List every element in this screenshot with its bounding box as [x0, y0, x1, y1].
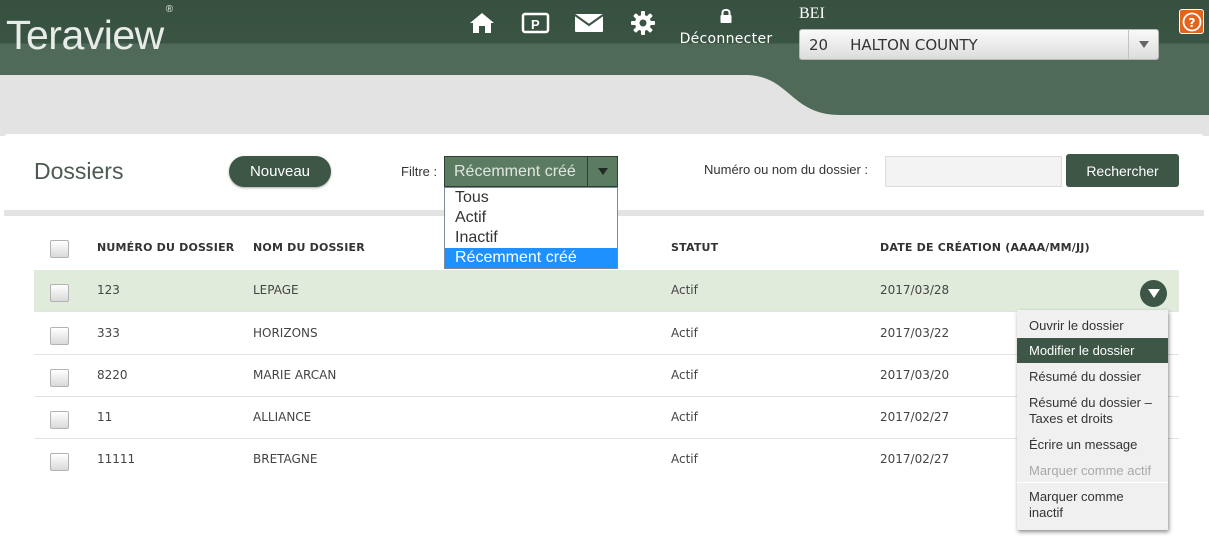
logout-label: Déconnecter	[679, 31, 773, 47]
dossier-date: 2017/02/27	[880, 452, 950, 466]
svg-text:P: P	[531, 17, 540, 32]
dossier-name: BRETAGNE	[253, 452, 318, 466]
county-select[interactable]: 20 HALTON COUNTY	[799, 29, 1159, 60]
teraview-logo[interactable]: Teraview®	[6, 4, 173, 59]
menu-item-write-message[interactable]: Écrire un message	[1017, 437, 1168, 453]
select-all-checkbox[interactable]	[50, 240, 69, 258]
chevron-down-icon	[587, 157, 617, 186]
dossier-number: 11	[97, 410, 113, 424]
filter-label: Filtre :	[401, 164, 438, 179]
menu-item-edit[interactable]: Modifier le dossier	[1017, 338, 1168, 363]
filter-option-recent[interactable]: Récemment créé	[445, 248, 617, 268]
row-menu-button[interactable]	[1140, 280, 1167, 307]
dossier-number: 123	[97, 283, 120, 297]
dossier-name: MARIE ARCAN	[253, 368, 337, 382]
teraview-dossiers-page: { "header": { "logo": "Teraview", "logo_…	[0, 0, 1209, 544]
filter-option-tous[interactable]: Tous	[445, 188, 617, 208]
dossier-status: Actif	[671, 410, 698, 424]
menu-item-summary-taxes[interactable]: Résumé du dossier – Taxes et droits	[1017, 395, 1162, 427]
county-name: HALTON COUNTY	[850, 35, 978, 54]
home-icon[interactable]	[467, 9, 497, 37]
chevron-down-icon	[1128, 30, 1158, 59]
caret-down-icon	[1147, 289, 1160, 298]
table-row[interactable]: 123 LEPAGE Actif 2017/03/28	[34, 270, 1179, 312]
logout-button[interactable]: Déconnecter	[676, 8, 776, 47]
dossier-name: HORIZONS	[253, 326, 318, 340]
gear-icon[interactable]	[628, 9, 658, 37]
dossier-number: 8220	[97, 368, 128, 382]
new-dossier-button[interactable]: Nouveau	[229, 156, 331, 187]
search-input[interactable]	[885, 156, 1062, 187]
parking-icon[interactable]: P	[521, 9, 551, 37]
menu-item-mark-active: Marquer comme actif	[1029, 463, 1152, 478]
row-checkbox[interactable]	[50, 284, 69, 302]
row-context-menu: Ouvrir le dossier Modifier le dossier Ré…	[1017, 310, 1168, 530]
help-button[interactable]: ?	[1179, 9, 1204, 34]
dossier-date: 2017/03/22	[880, 326, 950, 340]
search-button[interactable]: Rechercher	[1066, 154, 1179, 187]
column-header-name[interactable]: NOM DU DOSSIER	[253, 241, 365, 254]
row-checkbox[interactable]	[50, 327, 69, 345]
table-row[interactable]: 333 HORIZONS Actif 2017/03/22	[34, 313, 1179, 355]
search-label: Numéro ou nom du dossier :	[704, 162, 869, 177]
dossier-status: Actif	[671, 452, 698, 466]
header-curve	[0, 60, 1209, 115]
filter-option-actif[interactable]: Actif	[445, 208, 617, 228]
table-row[interactable]: 8220 MARIE ARCAN Actif 2017/03/20	[34, 355, 1179, 397]
dossier-date: 2017/02/27	[880, 410, 950, 424]
dossier-number: 333	[97, 326, 120, 340]
menu-item-summary[interactable]: Résumé du dossier	[1017, 369, 1168, 385]
mail-icon[interactable]	[574, 9, 604, 37]
lock-icon	[720, 8, 732, 23]
page-title: Dossiers	[34, 158, 124, 184]
dossier-status: Actif	[671, 368, 698, 382]
dossier-date: 2017/03/28	[880, 283, 950, 297]
table-row[interactable]: 11111 BRETAGNE Actif 2017/02/27	[34, 439, 1179, 481]
filter-option-inactif[interactable]: Inactif	[445, 228, 617, 248]
filter-value: Récemment créé	[454, 162, 576, 180]
table-row[interactable]: 11 ALLIANCE Actif 2017/02/27	[34, 397, 1179, 439]
column-header-date[interactable]: DATE DE CRÉATION (AAAA/MM/JJ)	[880, 241, 1090, 254]
filter-dropdown-list: Tous Actif Inactif Récemment créé	[444, 187, 618, 269]
column-header-status[interactable]: STATUT	[671, 241, 718, 254]
dossier-status: Actif	[671, 283, 698, 297]
svg-text:?: ?	[1188, 16, 1195, 30]
bei-label: BEI	[799, 5, 825, 22]
dossier-number: 11111	[97, 452, 136, 466]
dossier-date: 2017/03/20	[880, 368, 950, 382]
row-checkbox[interactable]	[50, 369, 69, 387]
dossier-status: Actif	[671, 326, 698, 340]
row-checkbox[interactable]	[50, 411, 69, 429]
dossier-name: LEPAGE	[253, 283, 299, 297]
filter-select[interactable]: Récemment créé	[444, 156, 618, 187]
dossier-name: ALLIANCE	[253, 410, 312, 424]
column-header-number[interactable]: NUMÉRO DU DOSSIER	[97, 241, 234, 254]
menu-item-open[interactable]: Ouvrir le dossier	[1017, 317, 1168, 340]
menu-item-mark-inactive[interactable]: Marquer comme inactif	[1017, 489, 1142, 521]
county-code: 20	[809, 35, 829, 54]
help-icon: ?	[1182, 12, 1201, 31]
row-checkbox[interactable]	[50, 453, 69, 471]
menu-separator	[1017, 482, 1168, 483]
